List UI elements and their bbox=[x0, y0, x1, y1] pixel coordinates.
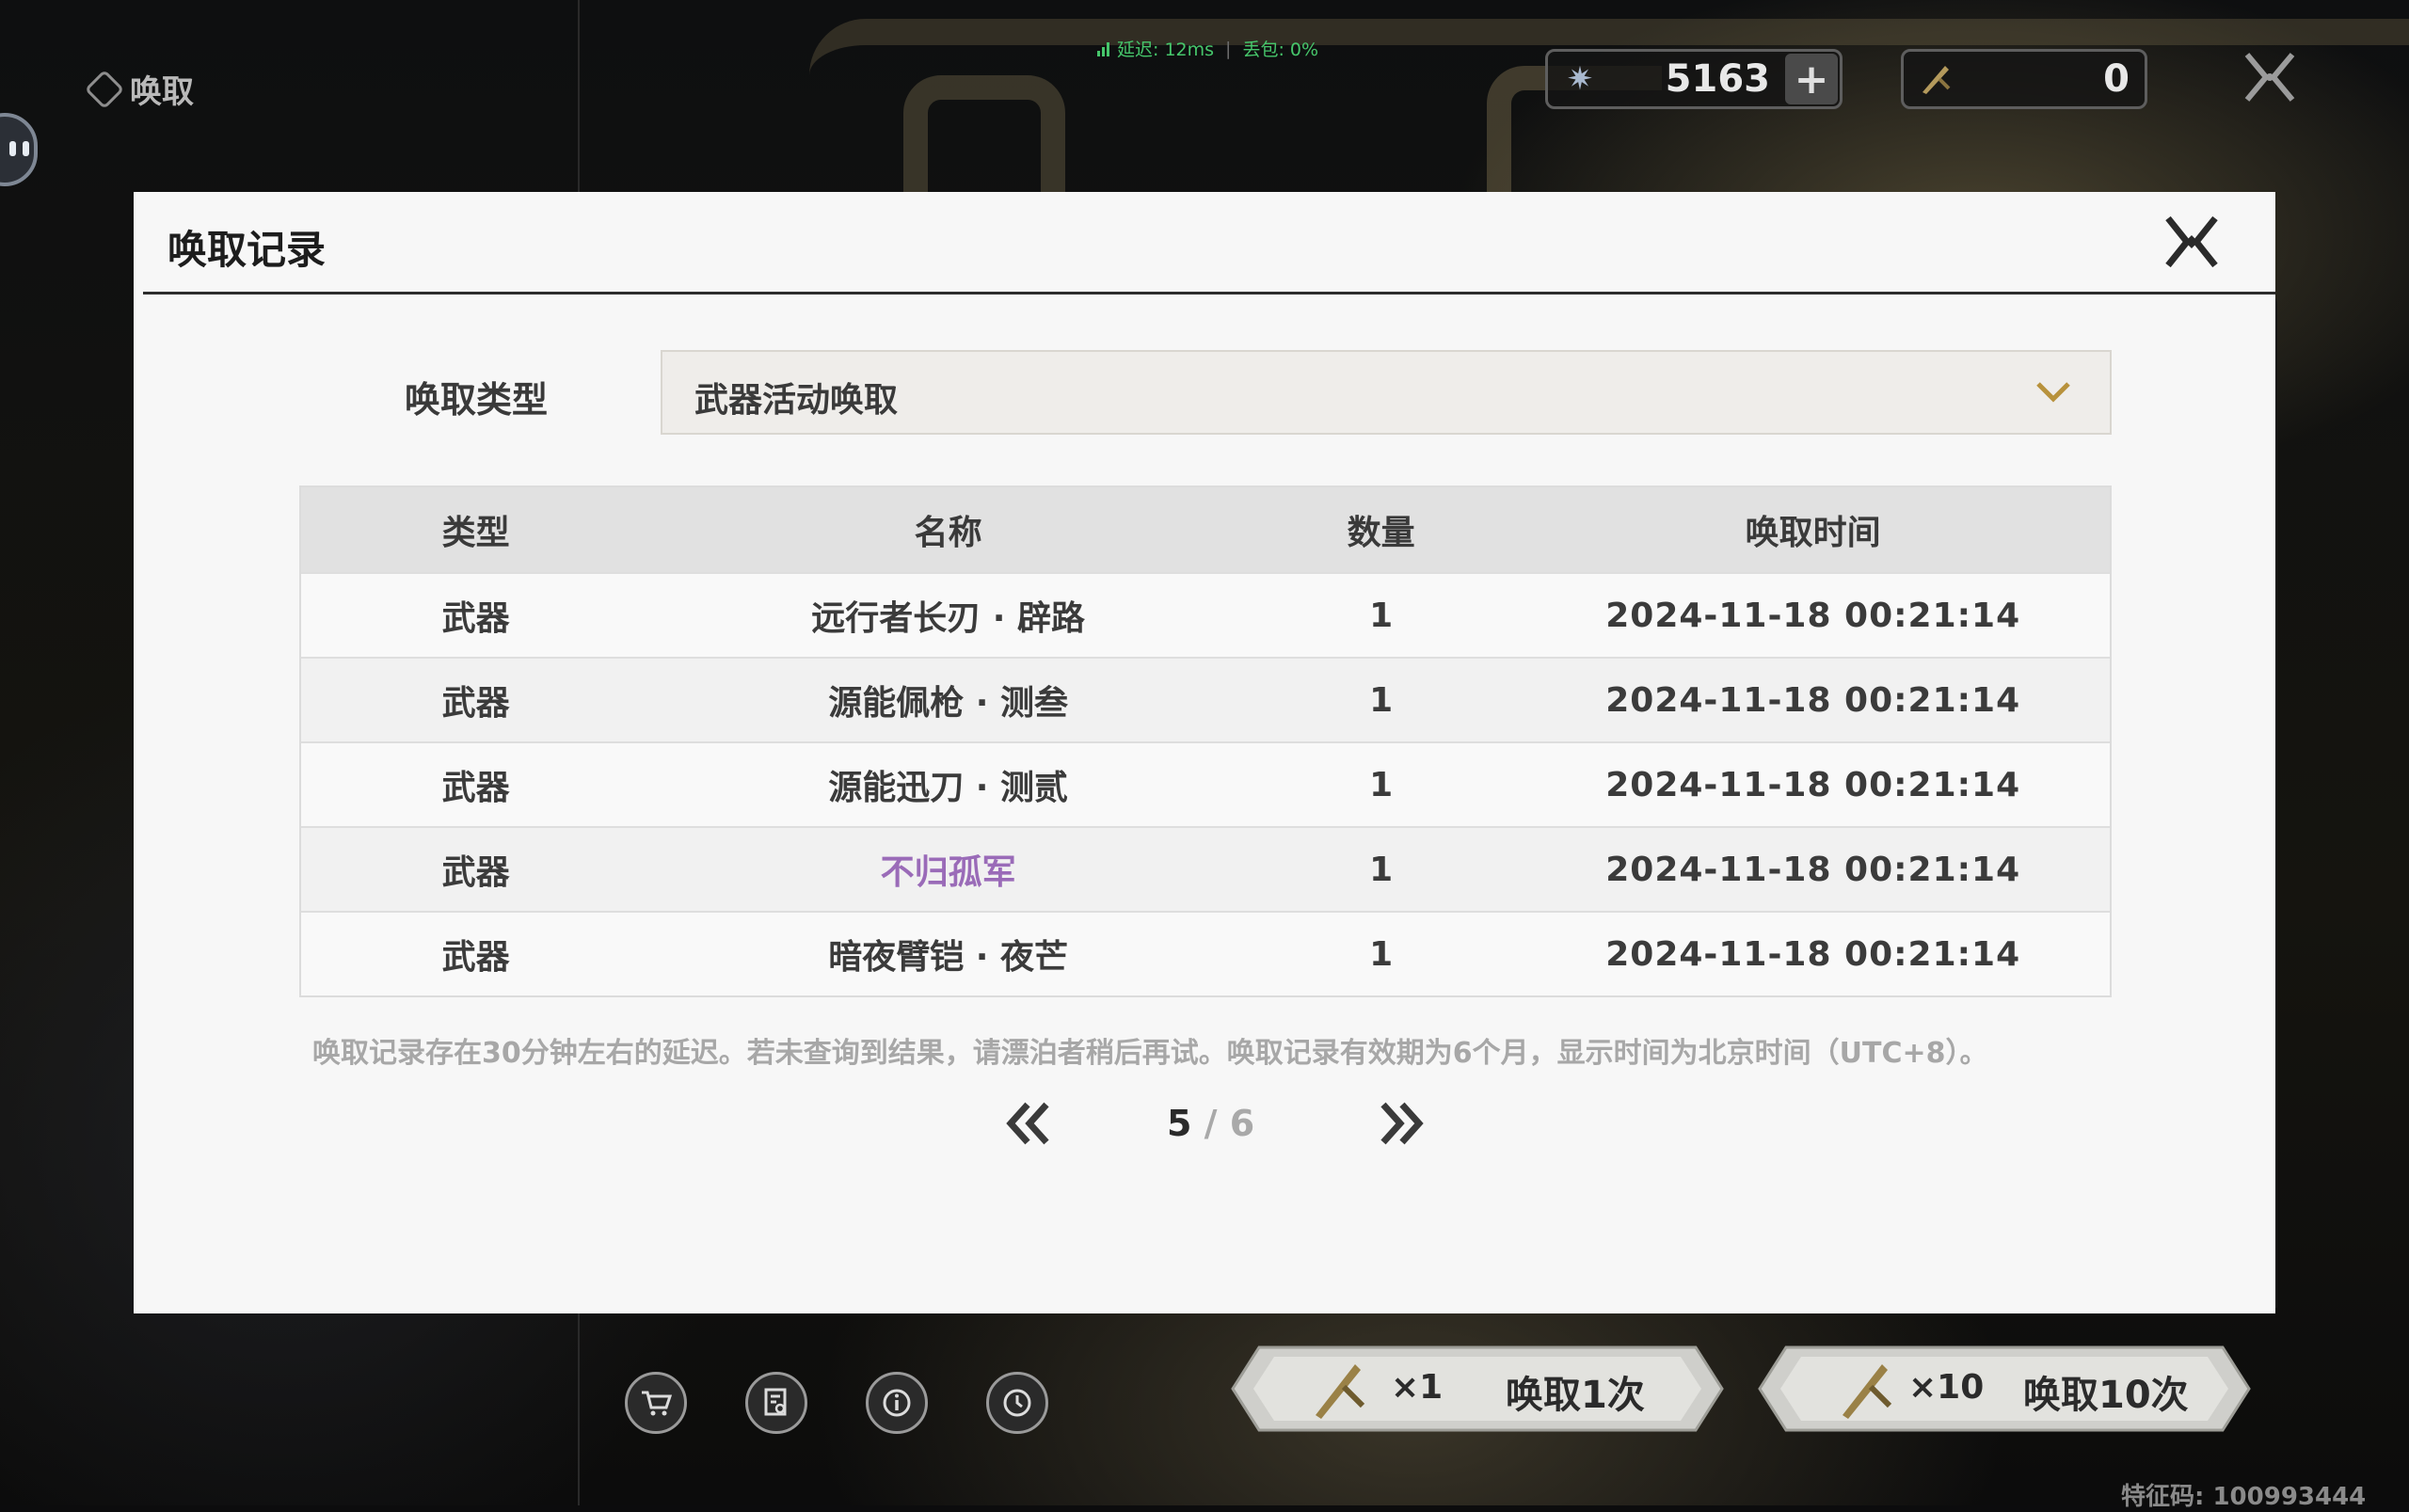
column-header: 唤取时间 bbox=[1745, 514, 1881, 552]
convene-icon bbox=[84, 69, 125, 109]
time-cell: 2024-11-18 00:21:14 bbox=[1605, 680, 2021, 720]
name-cell: 不归孤军 bbox=[880, 853, 1016, 892]
info-button[interactable] bbox=[866, 1372, 928, 1434]
add-currency-button[interactable]: + bbox=[1785, 54, 1838, 104]
convene-history-dialog: 唤取记录 唤取类型 武器活动唤取 类型 名称 数量 唤取时间 武器 远行者长刃 … bbox=[134, 192, 2275, 1313]
quantity-cell: 1 bbox=[1369, 765, 1394, 804]
time-cell: 2024-11-18 00:21:14 bbox=[1605, 850, 2021, 889]
feature-code: 特征码: 100993444 bbox=[2121, 1483, 2367, 1511]
table-header: 类型 名称 数量 唤取时间 bbox=[301, 487, 2110, 572]
quantity-cell: 1 bbox=[1369, 596, 1394, 635]
signal-icon bbox=[1097, 41, 1109, 56]
column-header: 数量 bbox=[1347, 514, 1415, 552]
type-cell: 武器 bbox=[441, 769, 510, 807]
button-background bbox=[1231, 1345, 1724, 1432]
total-pages: 6 bbox=[1229, 1103, 1255, 1144]
type-cell: 武器 bbox=[441, 684, 510, 723]
table-row: 武器 源能迅刀 · 测贰 1 2024-11-18 00:21:14 bbox=[301, 741, 2110, 826]
name-cell: 源能佩枪 · 测叁 bbox=[828, 684, 1068, 723]
table-row: 武器 不归孤军 1 2024-11-18 00:21:14 bbox=[301, 826, 2110, 911]
dialog-title: 唤取记录 bbox=[168, 227, 327, 273]
column-header: 名称 bbox=[914, 514, 982, 552]
table-row: 武器 源能佩枪 · 测叁 1 2024-11-18 00:21:14 bbox=[301, 657, 2110, 741]
convene-ten-button[interactable]: ×10 唤取10次 bbox=[1758, 1345, 2251, 1432]
name-cell: 源能迅刀 · 测贰 bbox=[828, 769, 1068, 807]
history-icon bbox=[1003, 1389, 1031, 1417]
latency-text: 延迟: 12ms bbox=[1117, 40, 1215, 60]
close-icon[interactable] bbox=[2240, 47, 2300, 107]
forging-tide-icon bbox=[1316, 1364, 1365, 1419]
type-cell: 武器 bbox=[441, 853, 510, 892]
forging-tide-icon bbox=[1917, 60, 1954, 98]
star-crystal-icon: ✷ bbox=[1566, 60, 1594, 98]
details-icon bbox=[764, 1388, 787, 1416]
column-header: 类型 bbox=[441, 514, 510, 552]
header-divider bbox=[143, 292, 2275, 294]
name-cell: 暗夜臂铠 · 夜芒 bbox=[828, 938, 1068, 977]
type-cell: 武器 bbox=[441, 938, 510, 977]
select-value: 武器活动唤取 bbox=[694, 381, 899, 420]
prev-page-button[interactable] bbox=[996, 1095, 1061, 1152]
shop-button[interactable] bbox=[625, 1372, 687, 1434]
time-cell: 2024-11-18 00:21:14 bbox=[1605, 765, 2021, 804]
info-icon bbox=[883, 1389, 911, 1417]
dialog-header: 唤取记录 bbox=[134, 192, 2275, 295]
tide-counter: 0 bbox=[1901, 49, 2147, 109]
cart-icon bbox=[642, 1391, 672, 1416]
name-cell: 远行者长刃 · 辟路 bbox=[811, 599, 1085, 638]
close-icon[interactable] bbox=[2159, 209, 2225, 275]
quantity-cell: 1 bbox=[1369, 680, 1394, 720]
forging-tide-icon bbox=[1843, 1364, 1892, 1419]
astrite-counter: ✷ 5163 + bbox=[1545, 49, 1843, 109]
tide-value: 0 bbox=[2103, 57, 2130, 101]
pull-label: 唤取1次 bbox=[1506, 1374, 1645, 1417]
time-cell: 2024-11-18 00:21:14 bbox=[1605, 596, 2021, 635]
pull-multiplier: ×1 bbox=[1391, 1368, 1444, 1407]
table-body: 武器 远行者长刃 · 辟路 1 2024-11-18 00:21:14 武器 源… bbox=[301, 572, 2110, 995]
network-status: 延迟: 12ms | 丢包: 0% bbox=[1097, 36, 1318, 61]
details-button[interactable] bbox=[745, 1372, 807, 1434]
current-page: 5 bbox=[1167, 1103, 1192, 1144]
page-separator: / bbox=[1191, 1103, 1230, 1144]
page-indicator: 5 / 6 bbox=[1167, 1103, 1254, 1144]
convene-type-select[interactable]: 武器活动唤取 bbox=[661, 350, 2112, 435]
history-table: 类型 名称 数量 唤取时间 武器 远行者长刃 · 辟路 1 2024-11-18… bbox=[299, 485, 2112, 997]
history-button[interactable] bbox=[986, 1372, 1048, 1434]
page-title: 唤取 bbox=[84, 66, 194, 112]
page-title-text: 唤取 bbox=[130, 73, 194, 111]
time-cell: 2024-11-18 00:21:14 bbox=[1605, 934, 2021, 974]
quantity-cell: 1 bbox=[1369, 850, 1394, 889]
next-page-button[interactable] bbox=[1368, 1095, 1434, 1152]
quantity-cell: 1 bbox=[1369, 934, 1394, 974]
type-cell: 武器 bbox=[441, 599, 510, 638]
astrite-value: 5163 bbox=[1665, 57, 1770, 101]
table-row: 武器 远行者长刃 · 辟路 1 2024-11-18 00:21:14 bbox=[301, 572, 2110, 657]
convene-once-button[interactable]: ×1 唤取1次 bbox=[1231, 1345, 1724, 1432]
pull-multiplier: ×10 bbox=[1908, 1368, 1985, 1407]
delay-notice: 唤取记录存在30分钟左右的延迟。若未查询到结果，请漂泊者稍后再试。唤取记录有效期… bbox=[312, 1037, 1988, 1070]
filter-label: 唤取类型 bbox=[405, 379, 549, 421]
pull-label: 唤取10次 bbox=[2023, 1374, 2189, 1417]
table-row: 武器 暗夜臂铠 · 夜芒 1 2024-11-18 00:21:14 bbox=[301, 911, 2110, 995]
separator: | bbox=[1225, 38, 1232, 59]
chevron-down-icon bbox=[2036, 382, 2070, 403]
packet-loss-text: 丢包: 0% bbox=[1242, 40, 1319, 60]
